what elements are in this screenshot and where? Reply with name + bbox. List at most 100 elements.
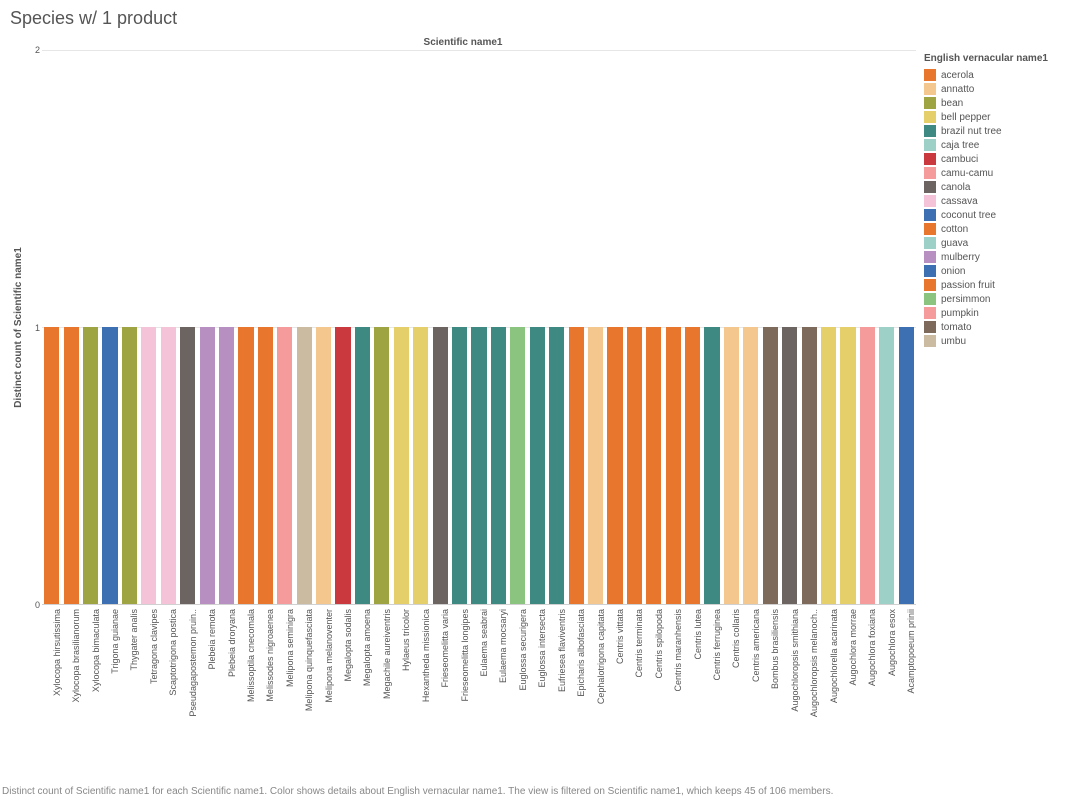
bar[interactable] [316, 327, 331, 604]
bar[interactable] [802, 327, 817, 604]
bar[interactable] [724, 327, 739, 604]
legend-item[interactable]: onion [924, 264, 1066, 278]
bar[interactable] [821, 327, 836, 604]
legend-swatch [924, 97, 936, 109]
bar[interactable] [569, 327, 584, 604]
bar[interactable] [646, 327, 661, 604]
legend-swatch [924, 83, 936, 95]
x-axis-tick-label: Augochlorella acarinata [829, 609, 839, 703]
legend-item[interactable]: pumpkin [924, 306, 1066, 320]
bar[interactable] [122, 327, 137, 604]
bar[interactable] [549, 327, 564, 604]
bar[interactable] [355, 327, 370, 604]
bar[interactable] [219, 327, 234, 604]
bar[interactable] [666, 327, 681, 604]
legend-label: bell pepper [941, 112, 990, 123]
bar[interactable] [704, 327, 719, 604]
legend-item[interactable]: bell pepper [924, 110, 1066, 124]
x-axis-tick-label: Bombus brasiliensis [770, 609, 780, 689]
legend-swatch [924, 223, 936, 235]
legend-item[interactable]: cambuci [924, 152, 1066, 166]
legend-swatch [924, 321, 936, 333]
bar-slot [799, 50, 818, 604]
bar[interactable] [879, 327, 894, 604]
bar-slot [664, 50, 683, 604]
legend-label: pumpkin [941, 308, 979, 319]
bar[interactable] [141, 327, 156, 604]
bar-slot [489, 50, 508, 604]
x-axis-tick-label: Centris maranhensis [673, 609, 683, 692]
bar[interactable] [258, 327, 273, 604]
legend-item[interactable]: acerola [924, 68, 1066, 82]
legend-item[interactable]: mulberry [924, 250, 1066, 264]
bar[interactable] [64, 327, 79, 604]
x-axis-tick-label: Tetragona clavipes [149, 609, 159, 684]
legend-item[interactable]: coconut tree [924, 208, 1066, 222]
bar-slot [450, 50, 469, 604]
legend-item[interactable]: bean [924, 96, 1066, 110]
x-label-slot: Thygater analis [120, 605, 139, 745]
bar[interactable] [200, 327, 215, 604]
bar[interactable] [433, 327, 448, 604]
bar[interactable] [180, 327, 195, 604]
bar[interactable] [413, 327, 428, 604]
legend-item[interactable]: camu-camu [924, 166, 1066, 180]
x-label-slot: Megachile aureiventris [372, 605, 391, 745]
legend-item[interactable]: annatto [924, 82, 1066, 96]
x-label-slot: Hexantheda missionica [411, 605, 430, 745]
bar[interactable] [763, 327, 778, 604]
x-label-slot: Centris spilopoda [644, 605, 663, 745]
x-axis-tick-label: Xylocopa hirsutissima [52, 609, 62, 696]
legend-item[interactable]: canola [924, 180, 1066, 194]
bar[interactable] [297, 327, 312, 604]
bar[interactable] [452, 327, 467, 604]
x-axis-tick-label: Euglossa intersecta [537, 609, 547, 688]
bar[interactable] [491, 327, 506, 604]
legend-item[interactable]: umbu [924, 334, 1066, 348]
x-axis-tick-label: Cephalotrigona capitata [596, 609, 606, 704]
x-label-slot: Eufriesea flaviventris [547, 605, 566, 745]
legend-item[interactable]: persimmon [924, 292, 1066, 306]
bar[interactable] [374, 327, 389, 604]
legend-item[interactable]: passion fruit [924, 278, 1066, 292]
x-axis-tick-label: Hexantheda missionica [421, 609, 431, 702]
bar[interactable] [782, 327, 797, 604]
bar[interactable] [238, 327, 253, 604]
page-title: Species w/ 1 product [0, 0, 1076, 33]
bar[interactable] [627, 327, 642, 604]
bar[interactable] [899, 327, 914, 604]
x-axis-tick-label: Plebeia droryana [227, 609, 237, 677]
bar[interactable] [685, 327, 700, 604]
x-axis-tick-label: Melissodes nigroaenea [265, 609, 275, 702]
bar[interactable] [510, 327, 525, 604]
x-axis-tick-label: Melissoptila cnecomala [246, 609, 256, 702]
bar[interactable] [102, 327, 117, 604]
bar[interactable] [471, 327, 486, 604]
x-label-slot: Augochlora esox [877, 605, 896, 745]
bar[interactable] [840, 327, 855, 604]
x-label-slot: Eulaema mocsaryi [489, 605, 508, 745]
bar[interactable] [44, 327, 59, 604]
bar[interactable] [335, 327, 350, 604]
bar[interactable] [588, 327, 603, 604]
bar[interactable] [277, 327, 292, 604]
bars-container [42, 50, 916, 604]
bar[interactable] [394, 327, 409, 604]
plot-area [42, 50, 916, 605]
bar[interactable] [83, 327, 98, 604]
bar[interactable] [161, 327, 176, 604]
legend-item[interactable]: caja tree [924, 138, 1066, 152]
legend-item[interactable]: guava [924, 236, 1066, 250]
bar[interactable] [860, 327, 875, 604]
legend-item[interactable]: tomato [924, 320, 1066, 334]
bar-slot [858, 50, 877, 604]
bar[interactable] [530, 327, 545, 604]
legend-item[interactable]: cassava [924, 194, 1066, 208]
legend-item[interactable]: cotton [924, 222, 1066, 236]
bar[interactable] [607, 327, 622, 604]
legend-item[interactable]: brazil nut tree [924, 124, 1066, 138]
x-axis-tick-label: Augochloropsis smithiana [790, 609, 800, 712]
bar[interactable] [743, 327, 758, 604]
bar-slot [333, 50, 352, 604]
legend-label: onion [941, 266, 965, 277]
